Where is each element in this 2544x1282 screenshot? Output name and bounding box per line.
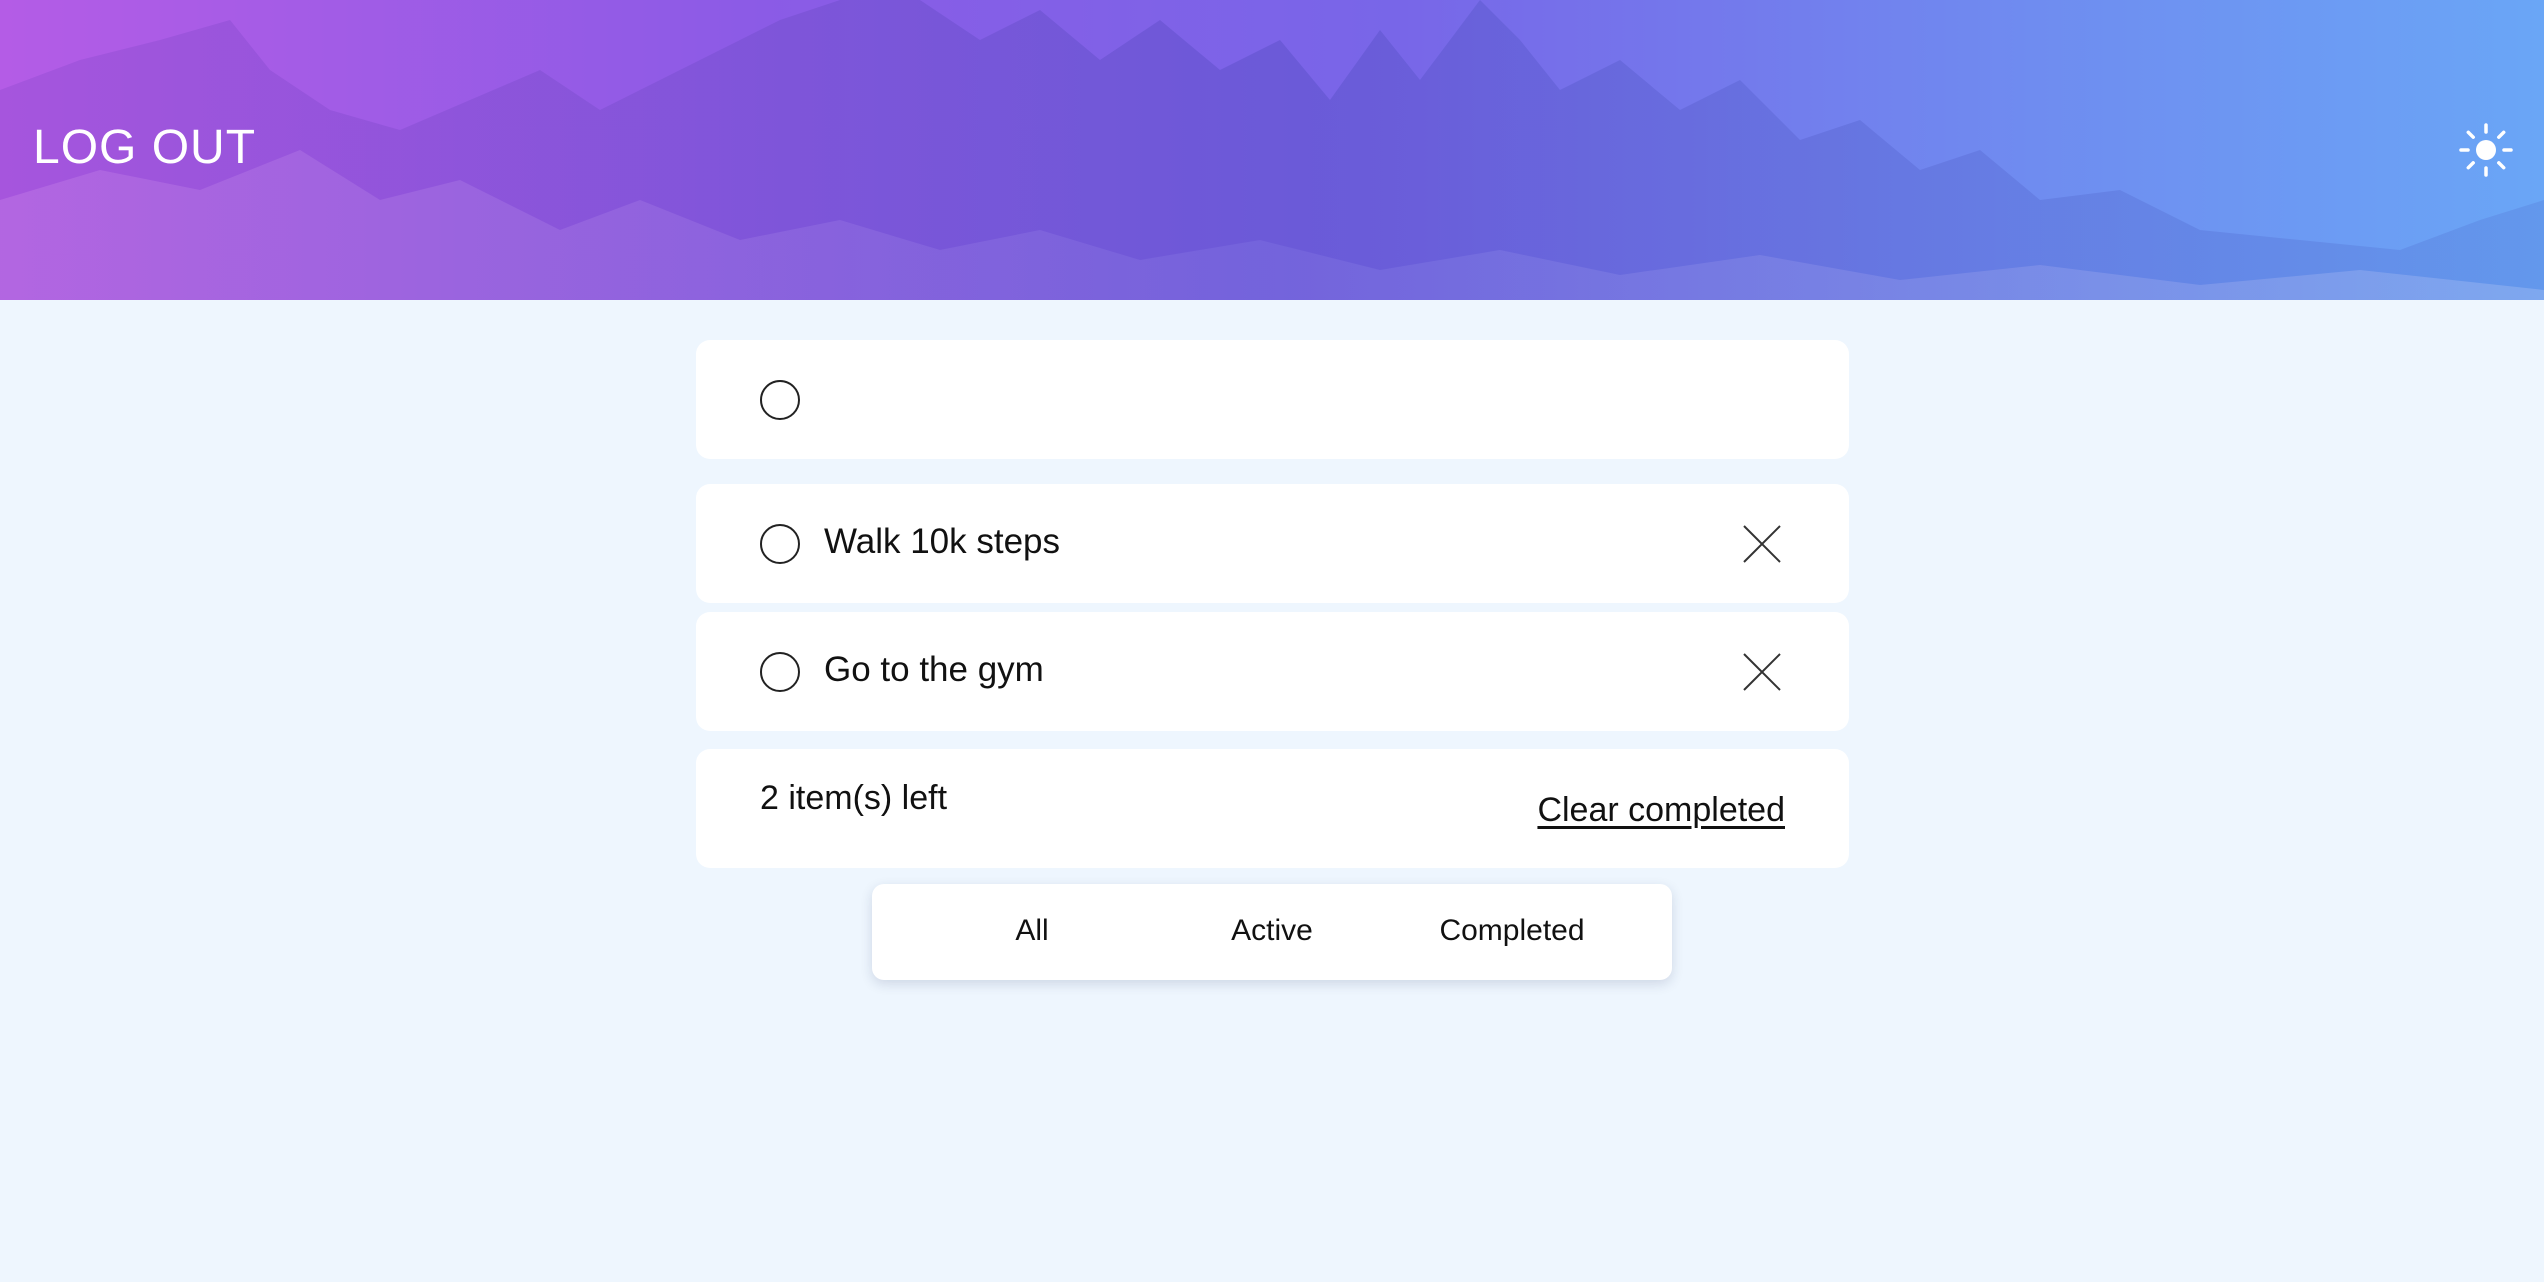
todo-item: Walk 10k steps bbox=[696, 484, 1849, 603]
logout-button[interactable]: LOG OUT bbox=[33, 120, 256, 175]
close-icon[interactable] bbox=[1742, 524, 1782, 564]
new-todo-input[interactable] bbox=[824, 370, 1784, 430]
filter-active[interactable]: Active bbox=[1172, 914, 1372, 948]
todo-checkbox[interactable] bbox=[760, 652, 800, 692]
sun-icon[interactable] bbox=[2458, 122, 2514, 178]
todo-text: Go to the gym bbox=[824, 650, 1044, 689]
todo-checkbox[interactable] bbox=[760, 524, 800, 564]
items-left-count: 2 item(s) left bbox=[760, 779, 948, 817]
todo-text: Walk 10k steps bbox=[824, 522, 1061, 561]
filter-completed[interactable]: Completed bbox=[1412, 914, 1612, 948]
clear-completed-button[interactable]: Clear completed bbox=[1537, 791, 1785, 830]
header-banner: LOG OUT bbox=[0, 0, 2544, 300]
close-icon[interactable] bbox=[1742, 652, 1782, 692]
todo-item: Go to the gym bbox=[696, 612, 1849, 731]
filter-all[interactable]: All bbox=[932, 914, 1132, 948]
new-todo-card bbox=[696, 340, 1849, 459]
mountain-background-image bbox=[0, 0, 2544, 300]
new-todo-checkbox[interactable] bbox=[760, 380, 800, 420]
filter-bar: All Active Completed bbox=[872, 884, 1672, 980]
todo-footer: 2 item(s) left Clear completed bbox=[696, 749, 1849, 868]
